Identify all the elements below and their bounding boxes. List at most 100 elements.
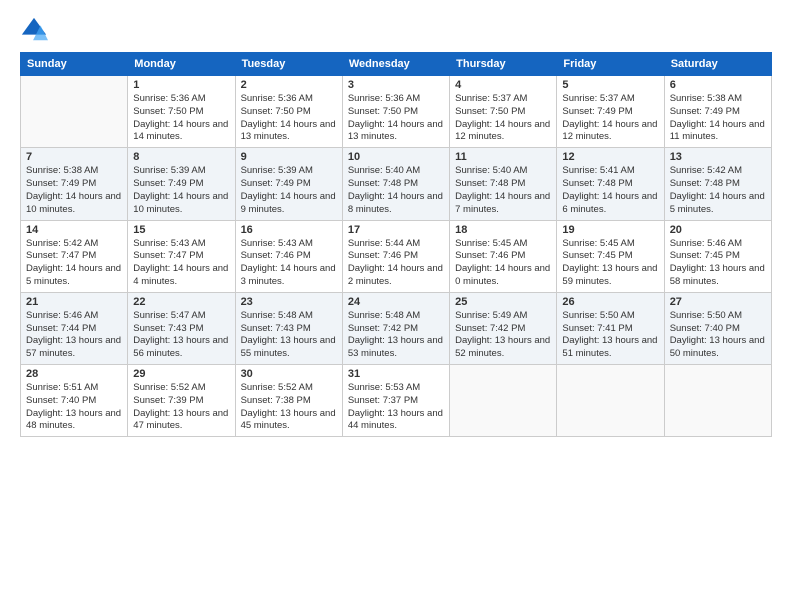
daylight-text: Daylight: 13 hours and 48 minutes. bbox=[26, 408, 122, 434]
sunset-text: Sunset: 7:49 PM bbox=[26, 178, 122, 191]
logo-icon bbox=[20, 16, 48, 44]
sunrise-text: Sunrise: 5:38 AM bbox=[26, 165, 122, 178]
day-number: 2 bbox=[241, 79, 337, 91]
day-info: Sunrise: 5:40 AMSunset: 7:48 PMDaylight:… bbox=[348, 165, 444, 216]
day-number: 10 bbox=[348, 151, 444, 163]
calendar-header-monday: Monday bbox=[128, 53, 235, 76]
calendar-header-saturday: Saturday bbox=[664, 53, 771, 76]
day-number: 18 bbox=[455, 224, 551, 236]
sunset-text: Sunset: 7:42 PM bbox=[455, 323, 551, 336]
calendar-cell bbox=[664, 365, 771, 437]
calendar-cell: 31Sunrise: 5:53 AMSunset: 7:37 PMDayligh… bbox=[342, 365, 449, 437]
calendar-week-row: 14Sunrise: 5:42 AMSunset: 7:47 PMDayligh… bbox=[21, 220, 772, 292]
calendar-cell: 30Sunrise: 5:52 AMSunset: 7:38 PMDayligh… bbox=[235, 365, 342, 437]
daylight-text: Daylight: 14 hours and 7 minutes. bbox=[455, 191, 551, 217]
daylight-text: Daylight: 13 hours and 50 minutes. bbox=[670, 335, 766, 361]
page: SundayMondayTuesdayWednesdayThursdayFrid… bbox=[0, 0, 792, 612]
day-number: 17 bbox=[348, 224, 444, 236]
sunrise-text: Sunrise: 5:37 AM bbox=[562, 93, 658, 106]
calendar-cell: 9Sunrise: 5:39 AMSunset: 7:49 PMDaylight… bbox=[235, 148, 342, 220]
calendar-cell: 6Sunrise: 5:38 AMSunset: 7:49 PMDaylight… bbox=[664, 76, 771, 148]
sunset-text: Sunset: 7:47 PM bbox=[26, 250, 122, 263]
day-info: Sunrise: 5:37 AMSunset: 7:50 PMDaylight:… bbox=[455, 93, 551, 144]
day-number: 24 bbox=[348, 296, 444, 308]
calendar-cell: 10 Sunrise: 5:40 AMSunset: 7:48 PMDayligh… bbox=[342, 148, 449, 220]
day-info: Sunrise: 5:38 AMSunset: 7:49 PMDaylight:… bbox=[670, 93, 766, 144]
day-info: Sunrise: 5:52 AMSunset: 7:39 PMDaylight:… bbox=[133, 382, 229, 433]
day-number: 3 bbox=[348, 79, 444, 91]
calendar-cell: 12 Sunrise: 5:41 AMSunset: 7:48 PMDayligh… bbox=[557, 148, 664, 220]
day-info: Sunrise: 5:40 AMSunset: 7:48 PMDaylight:… bbox=[455, 165, 551, 216]
day-info: Sunrise: 5:45 AMSunset: 7:46 PMDaylight:… bbox=[455, 238, 551, 289]
sunset-text: Sunset: 7:38 PM bbox=[241, 395, 337, 408]
day-number: 29 bbox=[133, 368, 229, 380]
calendar-cell: 8Sunrise: 5:39 AMSunset: 7:49 PMDaylight… bbox=[128, 148, 235, 220]
daylight-text: Daylight: 14 hours and 8 minutes. bbox=[348, 191, 444, 217]
calendar-table: SundayMondayTuesdayWednesdayThursdayFrid… bbox=[20, 52, 772, 437]
day-info: Sunrise: 5:36 AMSunset: 7:50 PMDaylight:… bbox=[348, 93, 444, 144]
daylight-text: Daylight: 14 hours and 0 minutes. bbox=[455, 263, 551, 289]
day-info: Sunrise: 5:42 AMSunset: 7:47 PMDaylight:… bbox=[26, 238, 122, 289]
sunrise-text: Sunrise: 5:45 AM bbox=[562, 238, 658, 251]
sunrise-text: Sunrise: 5:40 AM bbox=[455, 165, 551, 178]
sunrise-text: Sunrise: 5:37 AM bbox=[455, 93, 551, 106]
calendar-cell: 16Sunrise: 5:43 AMSunset: 7:46 PMDayligh… bbox=[235, 220, 342, 292]
day-info: Sunrise: 5:46 AMSunset: 7:45 PMDaylight:… bbox=[670, 238, 766, 289]
calendar-header-sunday: Sunday bbox=[21, 53, 128, 76]
sunset-text: Sunset: 7:48 PM bbox=[670, 178, 766, 191]
daylight-text: Daylight: 13 hours and 57 minutes. bbox=[26, 335, 122, 361]
day-number: 21 bbox=[26, 296, 122, 308]
day-number: 30 bbox=[241, 368, 337, 380]
day-info: Sunrise: 5:41 AMSunset: 7:48 PMDaylight:… bbox=[562, 165, 658, 216]
daylight-text: Daylight: 14 hours and 5 minutes. bbox=[670, 191, 766, 217]
sunset-text: Sunset: 7:46 PM bbox=[241, 250, 337, 263]
day-number: 31 bbox=[348, 368, 444, 380]
daylight-text: Daylight: 14 hours and 10 minutes. bbox=[133, 191, 229, 217]
calendar-cell: 15Sunrise: 5:43 AMSunset: 7:47 PMDayligh… bbox=[128, 220, 235, 292]
calendar-cell bbox=[557, 365, 664, 437]
sunrise-text: Sunrise: 5:46 AM bbox=[26, 310, 122, 323]
sunset-text: Sunset: 7:39 PM bbox=[133, 395, 229, 408]
sunrise-text: Sunrise: 5:49 AM bbox=[455, 310, 551, 323]
sunset-text: Sunset: 7:48 PM bbox=[348, 178, 444, 191]
calendar-cell: 23Sunrise: 5:48 AMSunset: 7:43 PMDayligh… bbox=[235, 292, 342, 364]
sunrise-text: Sunrise: 5:52 AM bbox=[133, 382, 229, 395]
calendar-cell: 4Sunrise: 5:37 AMSunset: 7:50 PMDaylight… bbox=[450, 76, 557, 148]
calendar-cell: 28Sunrise: 5:51 AMSunset: 7:40 PMDayligh… bbox=[21, 365, 128, 437]
day-number: 12 bbox=[562, 151, 658, 163]
day-number: 20 bbox=[670, 224, 766, 236]
calendar-cell: 22Sunrise: 5:47 AMSunset: 7:43 PMDayligh… bbox=[128, 292, 235, 364]
day-info: Sunrise: 5:46 AMSunset: 7:44 PMDaylight:… bbox=[26, 310, 122, 361]
sunrise-text: Sunrise: 5:36 AM bbox=[133, 93, 229, 106]
sunset-text: Sunset: 7:50 PM bbox=[241, 106, 337, 119]
sunset-text: Sunset: 7:46 PM bbox=[348, 250, 444, 263]
sunrise-text: Sunrise: 5:42 AM bbox=[670, 165, 766, 178]
daylight-text: Daylight: 14 hours and 2 minutes. bbox=[348, 263, 444, 289]
calendar-week-row: 1Sunrise: 5:36 AMSunset: 7:50 PMDaylight… bbox=[21, 76, 772, 148]
day-info: Sunrise: 5:43 AMSunset: 7:47 PMDaylight:… bbox=[133, 238, 229, 289]
sunrise-text: Sunrise: 5:45 AM bbox=[455, 238, 551, 251]
sunset-text: Sunset: 7:37 PM bbox=[348, 395, 444, 408]
calendar-cell: 14Sunrise: 5:42 AMSunset: 7:47 PMDayligh… bbox=[21, 220, 128, 292]
day-number: 1 bbox=[133, 79, 229, 91]
calendar-header-tuesday: Tuesday bbox=[235, 53, 342, 76]
calendar-header-wednesday: Wednesday bbox=[342, 53, 449, 76]
sunrise-text: Sunrise: 5:43 AM bbox=[133, 238, 229, 251]
sunrise-text: Sunrise: 5:46 AM bbox=[670, 238, 766, 251]
sunrise-text: Sunrise: 5:51 AM bbox=[26, 382, 122, 395]
daylight-text: Daylight: 14 hours and 5 minutes. bbox=[26, 263, 122, 289]
calendar-cell: 17 Sunrise: 5:44 AMSunset: 7:46 PMDayligh… bbox=[342, 220, 449, 292]
day-info: Sunrise: 5:50 AMSunset: 7:41 PMDaylight:… bbox=[562, 310, 658, 361]
sunset-text: Sunset: 7:49 PM bbox=[670, 106, 766, 119]
daylight-text: Daylight: 14 hours and 13 minutes. bbox=[241, 119, 337, 145]
sunrise-text: Sunrise: 5:48 AM bbox=[348, 310, 444, 323]
sunrise-text: Sunrise: 5:44 AM bbox=[348, 238, 444, 251]
day-info: Sunrise: 5:51 AMSunset: 7:40 PMDaylight:… bbox=[26, 382, 122, 433]
sunset-text: Sunset: 7:47 PM bbox=[133, 250, 229, 263]
day-number: 9 bbox=[241, 151, 337, 163]
sunrise-text: Sunrise: 5:50 AM bbox=[670, 310, 766, 323]
calendar-cell: 1Sunrise: 5:36 AMSunset: 7:50 PMDaylight… bbox=[128, 76, 235, 148]
day-info: Sunrise: 5:43 AMSunset: 7:46 PMDaylight:… bbox=[241, 238, 337, 289]
day-info: Sunrise: 5:45 AMSunset: 7:45 PMDaylight:… bbox=[562, 238, 658, 289]
calendar-cell: 3 Sunrise: 5:36 AMSunset: 7:50 PMDaylight… bbox=[342, 76, 449, 148]
